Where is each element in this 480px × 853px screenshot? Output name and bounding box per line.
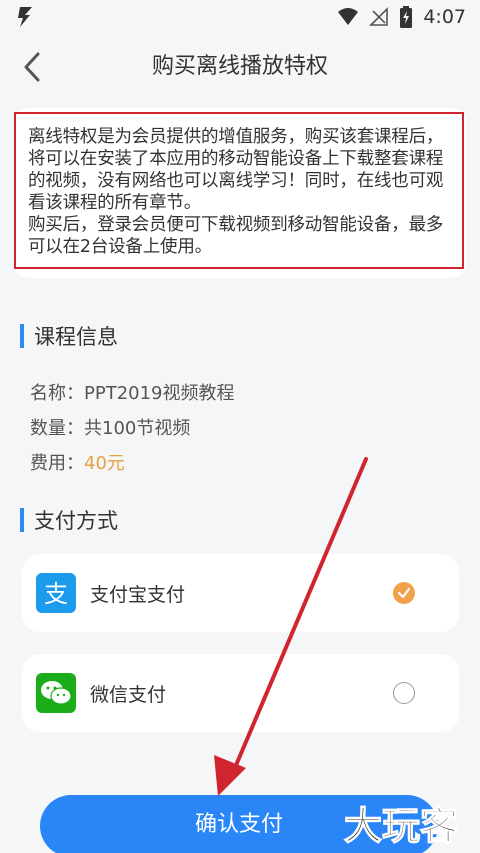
no-signal-icon <box>369 7 389 26</box>
alipay-label: 支付宝支付 <box>90 583 186 606</box>
course-count-value: 共100节视频 <box>84 418 191 439</box>
payment-header: 支付方式 <box>20 507 118 533</box>
wechat-label: 微信支付 <box>90 683 167 706</box>
course-name-row: 名称：PPT2019视频教程 <box>30 379 235 405</box>
course-price-row: 费用：40元 <box>30 449 125 475</box>
battery-charging-icon <box>400 6 413 28</box>
check-icon <box>397 587 411 599</box>
course-count-label: 数量： <box>30 418 84 439</box>
wifi-icon <box>338 8 359 25</box>
payment-title: 支付方式 <box>34 509 118 533</box>
svg-text:大玩客: 大玩客 <box>344 804 458 848</box>
course-count-row: 数量：共100节视频 <box>30 414 190 440</box>
status-bar: 4:07 <box>0 0 480 34</box>
section-accent-bar <box>20 324 24 348</box>
info-notice: 离线特权是为会员提供的增值服务，购买该套课程后，将可以在安装了本应用的移动智能设… <box>14 112 464 269</box>
wechat-radio-unchecked[interactable] <box>393 682 415 704</box>
wechat-pay-icon <box>36 673 76 713</box>
info-paragraph-1: 离线特权是为会员提供的增值服务，购买该套课程后，将可以在安装了本应用的移动智能设… <box>28 127 444 213</box>
status-time: 4:07 <box>423 6 466 28</box>
course-price-value: 40元 <box>84 453 125 474</box>
section-accent-bar <box>20 508 24 532</box>
svg-text:支: 支 <box>44 580 68 608</box>
watermark-logo: 大玩客 <box>343 803 458 848</box>
alipay-icon: 支 <box>36 573 76 613</box>
page-title: 购买离线播放特权 <box>151 54 328 79</box>
course-info-header: 课程信息 <box>20 323 118 349</box>
back-button[interactable] <box>12 46 52 88</box>
payment-option-wechat[interactable]: 微信支付 <box>22 654 459 732</box>
course-info-title: 课程信息 <box>34 325 118 349</box>
alipay-radio-checked[interactable] <box>393 582 415 604</box>
course-price-label: 费用： <box>30 453 84 474</box>
info-paragraph-2: 购买后，登录会员便可下载视频到移动智能设备，最多可以在2台设备上使用。 <box>28 215 444 257</box>
chevron-left-icon <box>24 52 40 82</box>
payment-option-alipay[interactable]: 支 支付宝支付 <box>22 554 459 632</box>
header: 购买离线播放特权 <box>0 34 480 100</box>
app-bolt-icon <box>18 7 32 27</box>
course-name-label: 名称： <box>30 383 84 404</box>
course-name-value: PPT2019视频教程 <box>84 383 235 404</box>
